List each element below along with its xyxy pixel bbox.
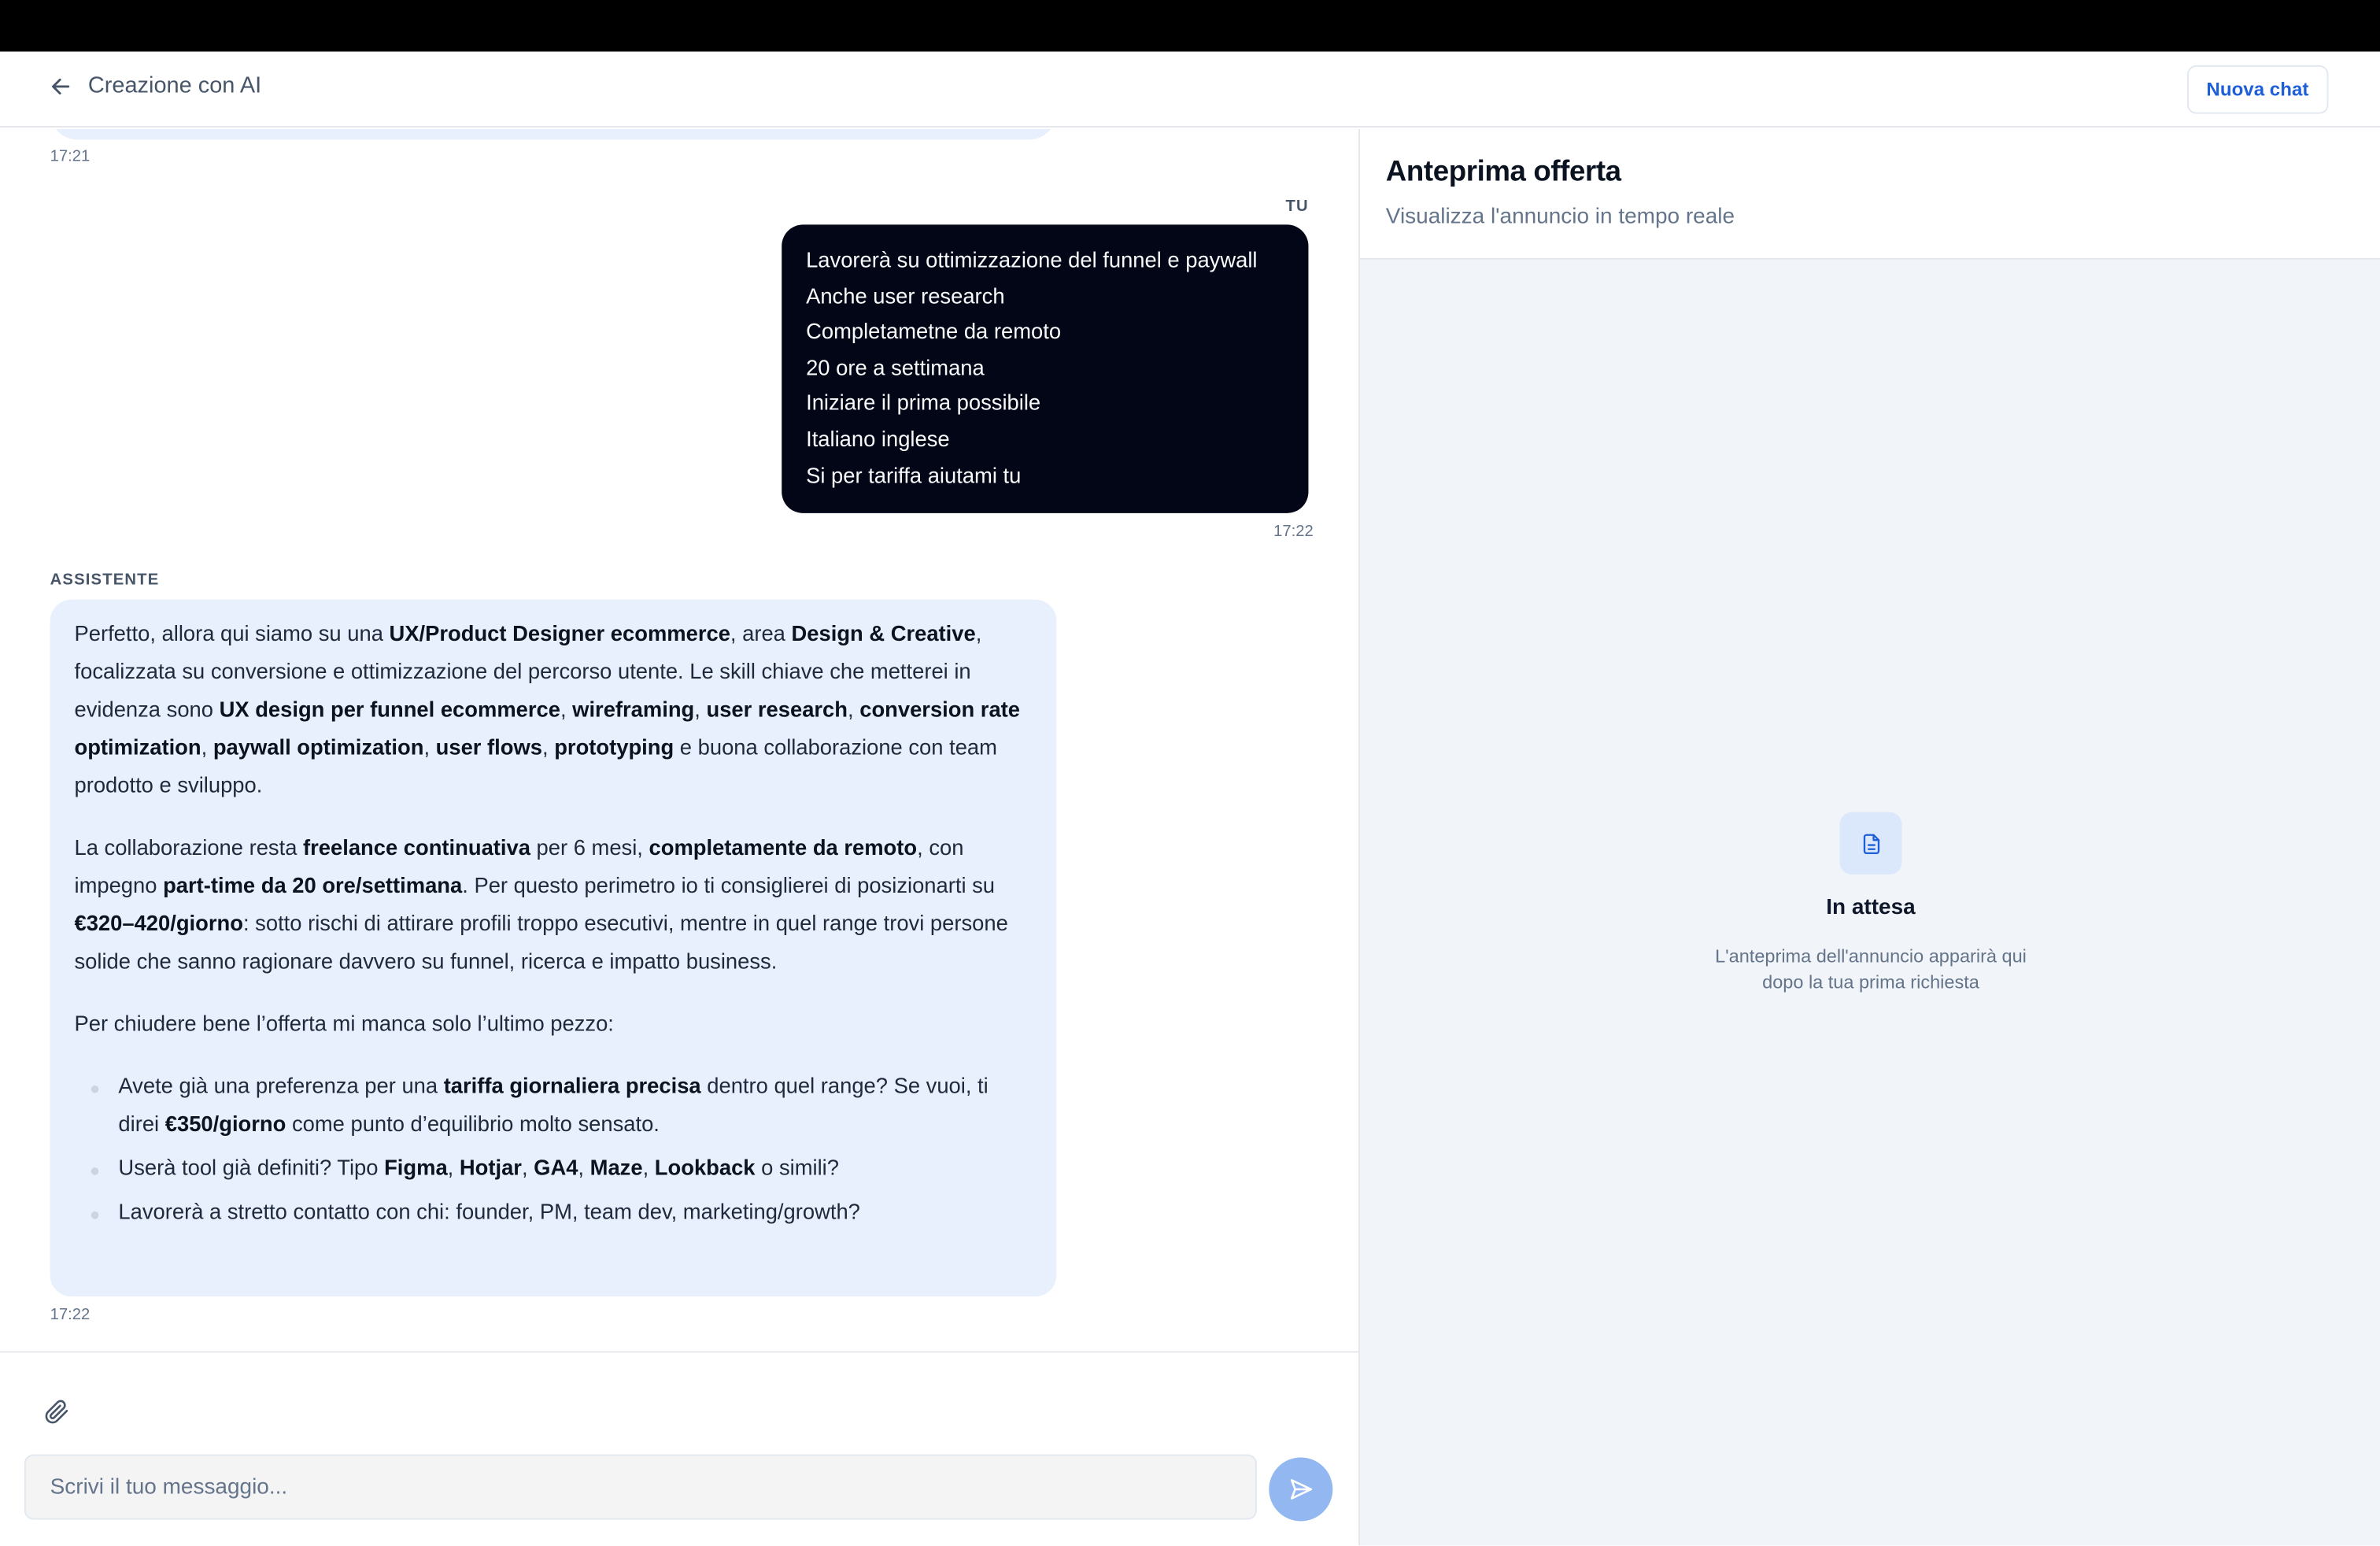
user-message-line: Anche user research bbox=[806, 284, 1005, 309]
assistant-message: Perfetto, allora qui siamo su una UX/Pro… bbox=[50, 599, 1057, 1297]
message-time: 17:22 bbox=[50, 1305, 91, 1324]
assistant-role-label: ASSISTENTE bbox=[50, 571, 160, 590]
list-item: Userà tool già definiti? Tipo Figma, Hot… bbox=[75, 1151, 1033, 1189]
arrow-left-icon bbox=[52, 77, 70, 94]
new-chat-button[interactable]: Nuova chat bbox=[2186, 65, 2329, 114]
assistant-paragraph: Perfetto, allora qui siamo su una UX/Pro… bbox=[74, 622, 1021, 799]
preview-status-title: In attesa bbox=[1826, 895, 1916, 920]
offer-preview-panel: Anteprima offerta Visualizza l'annuncio … bbox=[1358, 128, 2380, 1546]
chat-thread[interactable]: 17:21 TU Lavorerà su ottimizzazione del … bbox=[0, 128, 1358, 1352]
message-time: 17:22 bbox=[1273, 522, 1314, 541]
document-icon-tile bbox=[1839, 812, 1902, 875]
user-message-line: Completametne da remoto bbox=[806, 320, 1062, 346]
preview-subtitle: Visualizza l'annuncio in tempo reale bbox=[1385, 205, 1735, 230]
assistant-paragraph: La collaborazione resta freelance contin… bbox=[74, 836, 1008, 975]
back-button[interactable]: Creazione con AI bbox=[49, 72, 262, 99]
user-message: Lavorerà su ottimizzazione del funnel e … bbox=[782, 224, 1309, 513]
paperclip-icon[interactable] bbox=[42, 1398, 70, 1426]
message-composer bbox=[0, 1351, 1359, 1546]
document-icon bbox=[1862, 833, 1879, 854]
page-title: Creazione con AI bbox=[87, 72, 262, 99]
user-message-line: Iniziare il prima possibile bbox=[806, 392, 1041, 417]
user-message-line: Lavorerà su ottimizzazione del funnel e … bbox=[806, 249, 1258, 274]
list-item: Avete già una preferenza per una tariffa… bbox=[75, 1069, 1033, 1145]
assistant-question-list: Avete già una preferenza per una tariffa… bbox=[75, 1069, 1033, 1233]
user-message-line: 20 ore a settimana bbox=[806, 356, 985, 381]
list-item: Lavorerà a stretto contatto con chi: fou… bbox=[75, 1195, 1033, 1233]
send-button[interactable] bbox=[1269, 1457, 1333, 1522]
message-input[interactable] bbox=[24, 1454, 1257, 1520]
user-role-label: TU bbox=[1285, 197, 1309, 216]
message-time: 17:21 bbox=[50, 147, 91, 166]
preview-status-description: L'anteprima dell'annuncio apparirà qui do… bbox=[1715, 945, 2027, 993]
user-message-line: Si per tariffa aiutami tu bbox=[806, 464, 1022, 489]
window-top-bar bbox=[0, 0, 2380, 52]
user-message-line: Italiano inglese bbox=[806, 427, 950, 453]
app-header: Creazione con AI Nuova chat bbox=[0, 51, 2380, 128]
assistant-paragraph: Per chiudere bene l’offerta mi manca sol… bbox=[74, 1012, 614, 1037]
preview-header: Anteprima offerta Visualizza l'annuncio … bbox=[1360, 128, 2380, 260]
send-icon bbox=[1290, 1479, 1313, 1500]
previous-assistant-message bbox=[50, 128, 1057, 140]
preview-title: Anteprima offerta bbox=[1385, 156, 1621, 189]
